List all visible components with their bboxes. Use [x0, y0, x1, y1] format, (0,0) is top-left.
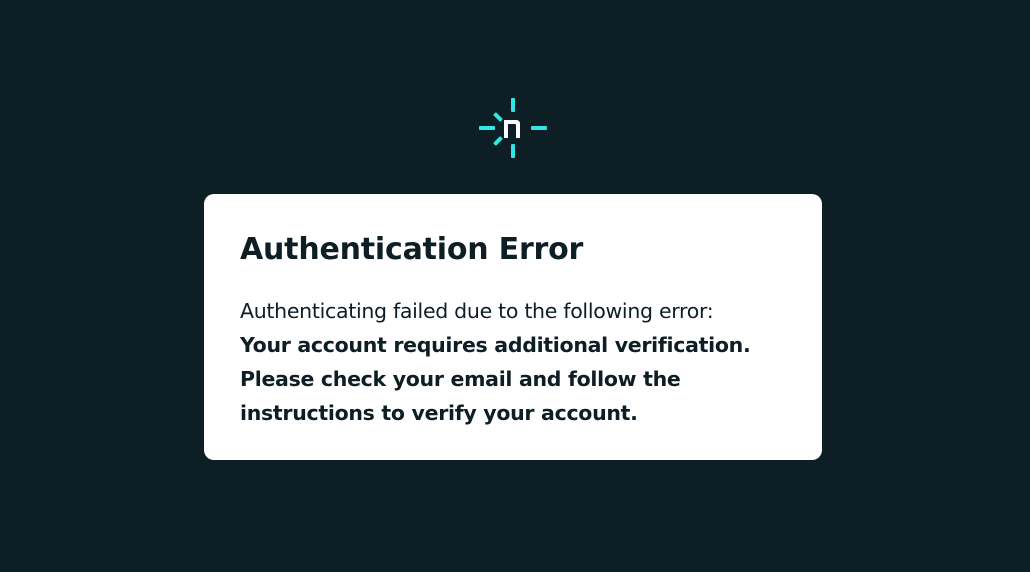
error-message: Authenticating failed due to the followi…	[240, 294, 786, 430]
error-intro-text: Authenticating failed due to the followi…	[240, 299, 714, 323]
netlify-logo-icon	[478, 96, 548, 160]
error-detail-text: Your account requires additional verific…	[240, 333, 751, 425]
error-title: Authentication Error	[240, 232, 584, 267]
auth-error-page: Authentication Error Authenticating fail…	[0, 0, 1030, 572]
error-card: Authentication Error Authenticating fail…	[204, 194, 822, 460]
